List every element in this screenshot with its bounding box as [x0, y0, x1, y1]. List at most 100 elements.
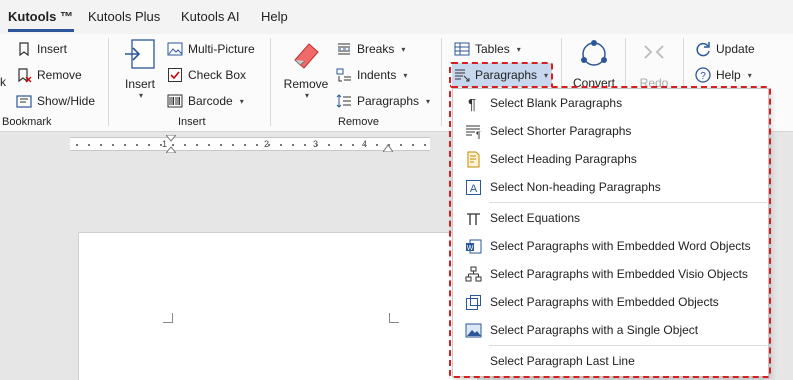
- tab-kutools-plus[interactable]: Kutools Plus: [88, 9, 160, 24]
- ruler-tick: [148, 144, 150, 146]
- help-icon: ?: [695, 67, 711, 83]
- bookmark-remove-icon: [16, 67, 32, 83]
- ruler-track: 1 2 3 4: [70, 137, 430, 151]
- checkbox-icon: [167, 67, 183, 83]
- ruler-tick: [76, 144, 78, 146]
- paragraphs-dropdown-button[interactable]: Paragraphs ▾: [452, 63, 552, 87]
- ruler-tick: [376, 144, 378, 146]
- remove-paragraphs-label: Paragraphs: [357, 94, 420, 108]
- ribbon-tabs: Kutools ™ Kutools Plus Kutools AI Help: [0, 0, 793, 34]
- redo-button[interactable]: Redo: [634, 38, 674, 90]
- ruler-tick: [124, 144, 126, 146]
- menu-separator: [489, 202, 767, 203]
- ruler-tick: [424, 144, 426, 146]
- show-hide-icon: [16, 93, 32, 109]
- check-box-button[interactable]: Check Box: [167, 64, 246, 86]
- menu-item-select-paragraphs-single-object[interactable]: Select Paragraphs with a Single Object: [453, 316, 770, 344]
- ruler-tick: [232, 144, 234, 146]
- pilcrow-icon: ¶: [465, 95, 482, 113]
- chevron-down-icon: ▾: [403, 70, 408, 80]
- document-page[interactable]: [78, 232, 478, 380]
- eraser-icon: [289, 38, 323, 73]
- bookmark-remove-button[interactable]: Remove: [16, 64, 82, 86]
- menu-item-label: Select Paragraphs with a Single Object: [490, 323, 699, 337]
- chevron-down-icon: ▾: [304, 91, 309, 100]
- remove-large-button[interactable]: Remove ▾: [283, 38, 329, 100]
- menu-item-label: Select Paragraphs with Embedded Visio Ob…: [490, 267, 748, 281]
- bookmark-insert-label: Insert: [37, 42, 68, 56]
- menu-item-select-shorter-paragraphs[interactable]: ¶ Select Shorter Paragraphs: [453, 117, 770, 145]
- select-paragraphs-icon: [454, 67, 470, 83]
- picture-icon: [465, 322, 482, 339]
- breaks-icon: [336, 41, 352, 57]
- tables-label: Tables: [475, 42, 510, 56]
- short-paragraph-icon: ¶: [465, 123, 482, 140]
- ruler-tick: [352, 144, 354, 146]
- ruler-tick: [340, 144, 342, 146]
- barcode-icon: [167, 93, 183, 109]
- menu-item-label: Select Non-heading Paragraphs: [490, 180, 661, 194]
- tables-button[interactable]: Tables ▾: [454, 38, 521, 60]
- indents-label: Indents: [357, 68, 397, 82]
- active-tab-indicator: [8, 29, 74, 32]
- bookmark-group-label: Bookmark: [2, 116, 52, 128]
- paragraphs-label: Paragraphs: [475, 68, 538, 82]
- menu-item-label: Select Heading Paragraphs: [490, 152, 637, 166]
- remove-paragraphs-button[interactable]: Paragraphs ▾: [336, 90, 430, 112]
- menu-item-select-paragraph-last-line[interactable]: Select Paragraph Last Line: [453, 347, 770, 375]
- embedded-object-icon: [465, 294, 482, 311]
- ruler-tick: [268, 144, 270, 146]
- table-icon: [454, 41, 470, 57]
- bookmark-remove-label: Remove: [37, 68, 82, 82]
- menu-item-select-heading-paragraphs[interactable]: Select Heading Paragraphs: [453, 145, 770, 173]
- bookmark-icon: [16, 41, 32, 57]
- menu-item-select-paragraphs-visio-objects[interactable]: Select Paragraphs with Embedded Visio Ob…: [453, 260, 770, 288]
- svg-text:A: A: [470, 183, 478, 195]
- menu-item-select-paragraphs-embedded-objects[interactable]: Select Paragraphs with Embedded Objects: [453, 288, 770, 316]
- menu-item-select-paragraphs-word-objects[interactable]: W Select Paragraphs with Embedded Word O…: [453, 232, 770, 260]
- update-button[interactable]: Update: [695, 38, 755, 60]
- barcode-button[interactable]: Barcode ▾: [167, 90, 244, 112]
- ruler-tick: [220, 144, 222, 146]
- insert-icon: [123, 38, 157, 73]
- paragraphs-dropdown-menu: ¶ Select Blank Paragraphs ¶ Select Short…: [452, 88, 769, 377]
- tab-kutools[interactable]: Kutools ™: [8, 9, 73, 24]
- multi-picture-button[interactable]: Multi-Picture: [167, 38, 255, 60]
- convert-icon: [577, 38, 611, 73]
- tab-kutools-ai[interactable]: Kutools AI: [181, 9, 240, 24]
- barcode-label: Barcode: [188, 94, 233, 108]
- group-divider: [270, 38, 271, 126]
- bookmark-insert-button[interactable]: Insert: [16, 38, 67, 60]
- ruler-tick: [292, 144, 294, 146]
- menu-item-select-non-heading-paragraphs[interactable]: A Select Non-heading Paragraphs: [453, 173, 770, 201]
- visio-object-icon: [465, 266, 482, 283]
- text-frame-icon: A: [465, 179, 482, 196]
- indents-button[interactable]: Indents ▾: [336, 64, 407, 86]
- breaks-button[interactable]: Breaks ▾: [336, 38, 405, 60]
- indent-marker[interactable]: [164, 134, 178, 154]
- update-label: Update: [716, 42, 755, 56]
- menu-item-select-blank-paragraphs[interactable]: ¶ Select Blank Paragraphs: [453, 89, 770, 117]
- svg-text:¶: ¶: [476, 130, 481, 140]
- ruler-tick: [304, 144, 306, 146]
- insert-large-button[interactable]: Insert ▾: [122, 38, 158, 100]
- help-button[interactable]: ? Help ▾: [695, 64, 752, 86]
- ruler-tick: [100, 144, 102, 146]
- menu-item-label: Select Paragraphs with Embedded Word Obj…: [490, 239, 751, 253]
- tab-help[interactable]: Help: [261, 9, 288, 24]
- indents-icon: [336, 67, 352, 83]
- ruler-tick: [400, 144, 402, 146]
- refresh-icon: [695, 41, 711, 57]
- ruler-tick: [160, 144, 162, 146]
- ruler-tick: [208, 144, 210, 146]
- convert-button[interactable]: Convert: [570, 38, 618, 90]
- bookmark-showhide-button[interactable]: Show/Hide: [16, 90, 95, 112]
- ruler-tick: [256, 144, 258, 146]
- chevron-down-icon: ▾: [401, 44, 406, 54]
- menu-item-select-equations[interactable]: Select Equations: [453, 204, 770, 232]
- menu-item-label: Select Equations: [490, 211, 581, 225]
- margin-corner-mark: [163, 313, 173, 323]
- right-indent-marker[interactable]: [382, 141, 394, 153]
- insert-group-label: Insert: [178, 116, 206, 128]
- svg-text:W: W: [467, 245, 474, 252]
